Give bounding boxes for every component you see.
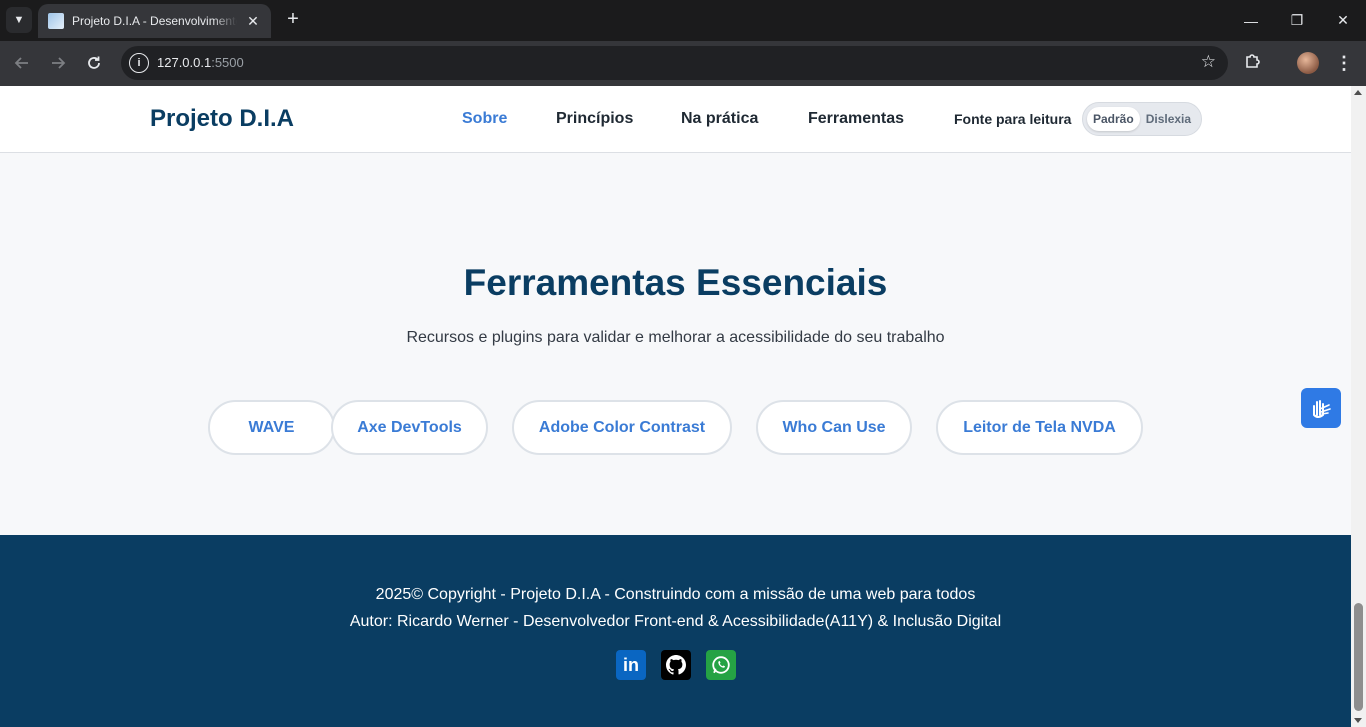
address-bar[interactable]: i 127.0.0.1:5500 ☆ (121, 46, 1228, 80)
bookmark-star-icon[interactable]: ☆ (1201, 52, 1216, 72)
tool-button-axe-devtools[interactable]: Axe DevTools (331, 400, 488, 455)
site-header: Projeto D.I.A Sobre Princípios Na prátic… (0, 86, 1351, 153)
browser-tab[interactable]: Projeto D.I.A - Desenvolvimento ✕ (38, 4, 271, 38)
minimize-button[interactable]: — (1228, 0, 1274, 41)
forward-arrow-icon[interactable] (44, 49, 72, 77)
scrollbar-thumb[interactable] (1354, 603, 1363, 711)
back-arrow-icon[interactable] (8, 49, 36, 77)
url-host: 127.0.0.1 (157, 55, 212, 70)
tool-button-wave[interactable]: WAVE (208, 400, 335, 455)
github-icon[interactable] (661, 650, 691, 680)
nav-link-sobre[interactable]: Sobre (462, 110, 507, 128)
font-toggle[interactable]: Padrão Dislexia (1082, 102, 1202, 136)
footer-author: Autor: Ricardo Werner - Desenvolvedor Fr… (349, 613, 1002, 630)
reload-icon[interactable] (80, 49, 108, 77)
browser-toolbar: i 127.0.0.1:5500 ☆ ⋮ (0, 41, 1366, 86)
browser-tab-bar: ▼ Projeto D.I.A - Desenvolvimento ✕ + — … (0, 0, 1366, 41)
restore-button[interactable]: ❐ (1274, 0, 1320, 41)
browser-menu-icon[interactable]: ⋮ (1334, 50, 1354, 76)
section-subtitle: Recursos e plugins para validar e melhor… (406, 329, 945, 346)
site-info-icon[interactable]: i (129, 53, 149, 73)
nav-link-ferramentas[interactable]: Ferramentas (808, 110, 904, 128)
profile-avatar[interactable] (1297, 52, 1319, 74)
extensions-puzzle-icon[interactable] (1242, 52, 1264, 74)
footer-copyright: 2025© Copyright - Projeto D.I.A - Constr… (375, 586, 976, 603)
page-viewport: Projeto D.I.A Sobre Princípios Na prátic… (0, 86, 1366, 727)
url-text: 127.0.0.1:5500 (157, 55, 244, 70)
tools-section: Ferramentas Essenciais Recursos e plugin… (0, 172, 1351, 535)
tool-button-adobe-color-contrast[interactable]: Adobe Color Contrast (512, 400, 732, 455)
nav-link-na-pratica[interactable]: Na prática (681, 110, 758, 128)
font-toggle-label: Fonte para leitura (954, 111, 1072, 127)
whatsapp-icon[interactable] (706, 650, 736, 680)
favicon-icon (48, 13, 64, 29)
site-footer: 2025© Copyright - Projeto D.I.A - Constr… (0, 535, 1351, 727)
section-title: Ferramentas Essenciais (463, 262, 888, 303)
site-logo-text[interactable]: Projeto D.I.A (150, 105, 294, 133)
tab-list-chevron-icon[interactable]: ▼ (6, 7, 32, 33)
tool-button-leitor-nvda[interactable]: Leitor de Tela NVDA (936, 400, 1143, 455)
sign-language-hands-icon (1313, 400, 1331, 418)
url-port: :5500 (211, 55, 244, 70)
close-window-button[interactable]: ✕ (1320, 0, 1366, 41)
vlibras-accessibility-button[interactable] (1301, 388, 1341, 428)
tab-close-icon[interactable]: ✕ (245, 13, 261, 30)
scroll-up-arrow-icon[interactable] (1354, 90, 1362, 95)
font-option-padrao[interactable]: Padrão (1087, 107, 1140, 131)
nav-link-principios[interactable]: Princípios (556, 110, 633, 128)
linkedin-icon-glyph: in (623, 654, 639, 675)
linkedin-icon[interactable]: in (616, 650, 646, 680)
font-option-dislexia[interactable]: Dislexia (1140, 107, 1197, 131)
page-scrollbar[interactable] (1351, 86, 1366, 727)
scroll-down-arrow-icon[interactable] (1354, 718, 1362, 723)
tab-title: Projeto D.I.A - Desenvolvimento (72, 14, 237, 28)
tool-button-who-can-use[interactable]: Who Can Use (756, 400, 912, 455)
new-tab-button[interactable]: + (282, 8, 304, 30)
